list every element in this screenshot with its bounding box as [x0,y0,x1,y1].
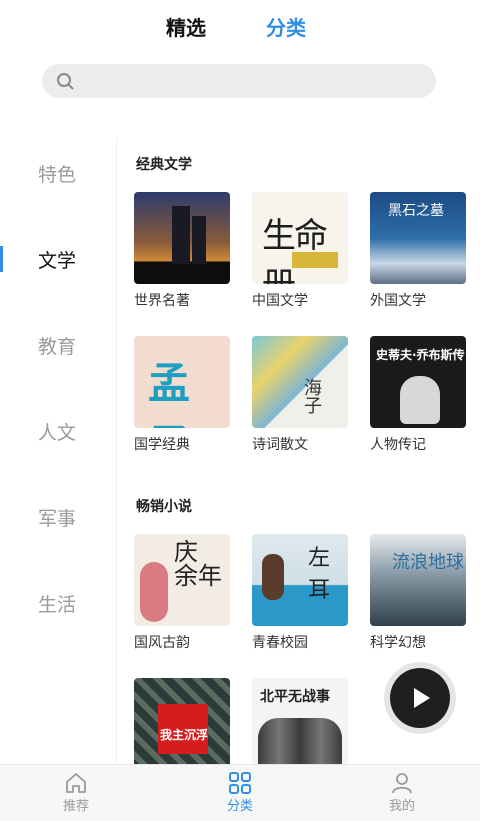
book-cover [134,192,230,284]
book-label: 外国文学 [370,293,426,309]
top-tabs: 精选 分类 [0,0,480,52]
book-label: 国风古韵 [134,635,190,651]
nav-recommend[interactable]: 推荐 [36,771,116,814]
book-label: 中国文学 [252,293,308,309]
book-cover: 生命册 [252,192,348,284]
sidebar-item-label: 特色 [38,164,77,186]
play-button[interactable] [390,668,450,728]
book-cover: 我主沉浮 [134,678,230,764]
sidebar-item-special[interactable]: 特色 [0,148,116,198]
section-title: 经典文学 [136,157,192,173]
book-national-style[interactable]: 庆余年 国风古韵 [134,534,230,652]
nav-label: 推荐 [62,799,89,814]
book-cover: 史蒂夫·乔布斯传 [370,336,466,428]
user-icon [392,773,412,794]
sidebar-item-life[interactable]: 生活 [0,578,116,628]
nav-category[interactable]: 分类 [200,771,280,814]
sidebar-item-military[interactable]: 军事 [0,492,116,542]
book-label: 青春校园 [252,635,308,651]
nav-label: 我的 [388,799,415,814]
book-item[interactable]: 我主沉浮 [134,678,230,764]
book-cover: 孟子 [134,336,230,428]
sidebar-item-humanities[interactable]: 人文 [0,406,116,456]
bottom-nav: 推荐 分类 我的 [0,764,480,821]
category-sidebar: 特色 文学 教育 人文 军事 生活 [0,138,117,764]
book-biography[interactable]: 史蒂夫·乔布斯传 人物传记 [370,336,466,454]
sidebar-item-label: 生活 [38,594,77,616]
book-label: 诗词散文 [252,437,308,453]
book-world-classics[interactable]: 世界名著 [134,192,230,310]
book-cover: 北平无战事 [252,678,348,764]
sidebar-item-label: 教育 [38,336,77,358]
book-science-fantasy[interactable]: 流浪地球 科学幻想 [370,534,466,652]
sidebar-item-label: 人文 [38,422,77,444]
book-label: 国学经典 [134,437,190,453]
book-cover: 黑石之墓 [370,192,466,284]
book-item[interactable]: 北平无战事 [252,678,348,764]
book-foreign-literature[interactable]: 黑石之墓 外国文学 [370,192,466,310]
section-title: 畅销小说 [136,499,192,515]
book-sinology-classics[interactable]: 孟子 国学经典 [134,336,230,454]
sidebar-item-education[interactable]: 教育 [0,320,116,370]
sidebar-item-label: 文学 [38,250,77,272]
search-input[interactable] [42,64,436,98]
book-chinese-literature[interactable]: 生命册 中国文学 [252,192,348,310]
home-icon [66,773,86,793]
tab-category[interactable]: 分类 [266,12,306,41]
sidebar-item-literature[interactable]: 文学 [0,234,116,284]
book-label: 人物传记 [370,437,426,453]
book-poetry-prose[interactable]: 海子 诗词散文 [252,336,348,454]
nav-mine[interactable]: 我的 [362,771,442,814]
tab-featured[interactable]: 精选 [166,12,206,41]
search-icon [57,73,74,90]
book-youth-campus[interactable]: 左耳 青春校园 [252,534,348,652]
grid-icon [229,772,251,794]
sidebar-item-label: 军事 [38,508,77,530]
book-label: 科学幻想 [370,635,426,651]
book-cover: 左耳 [252,534,348,626]
book-cover: 庆余年 [134,534,230,626]
play-icon [414,688,430,708]
nav-label: 分类 [226,799,253,814]
book-label: 世界名著 [134,293,190,309]
book-cover: 流浪地球 [370,534,466,626]
book-cover: 海子 [252,336,348,428]
